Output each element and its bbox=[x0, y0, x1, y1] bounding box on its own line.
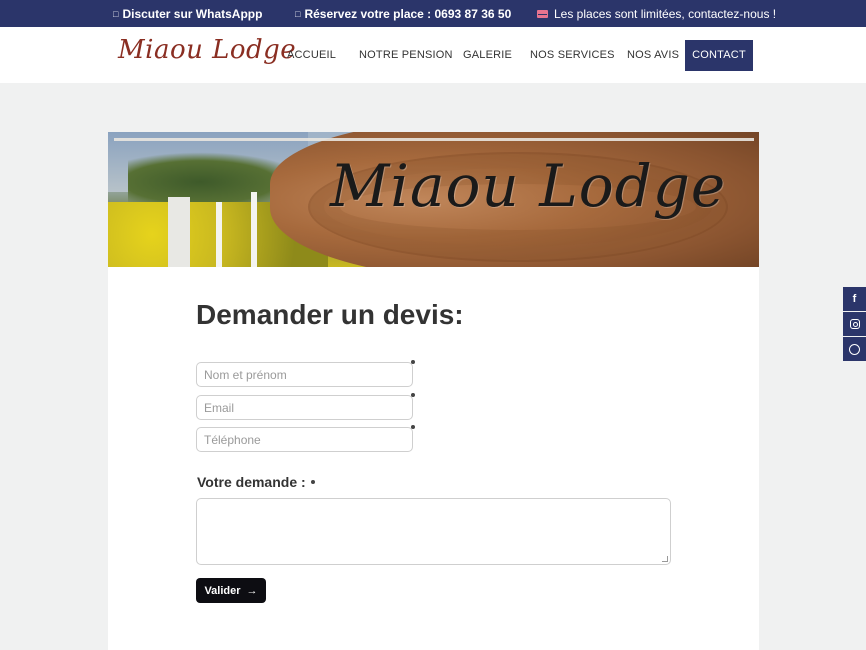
name-field[interactable] bbox=[196, 362, 413, 387]
name-input[interactable] bbox=[197, 363, 412, 386]
top-info-bar: □ Discuter sur WhatsAppp □ Réservez votr… bbox=[0, 0, 866, 27]
submit-button[interactable]: Valider → bbox=[196, 578, 266, 603]
phone-icon: □ bbox=[295, 9, 301, 19]
email-field[interactable] bbox=[196, 395, 413, 420]
envelope-icon bbox=[537, 10, 548, 18]
arrow-right-icon: → bbox=[246, 584, 258, 597]
reservation-phone[interactable]: □ Réservez votre place : 0693 87 36 50 bbox=[295, 7, 511, 21]
site-header: Miaou Lodge ACCUEIL NOTRE PENSION GALERI… bbox=[0, 27, 866, 83]
whatsapp-link[interactable]: □ Discuter sur WhatsAppp bbox=[113, 7, 262, 21]
availability-notice-label: Les places sont limitées, contactez-nous… bbox=[554, 7, 777, 21]
message-textarea[interactable] bbox=[197, 499, 670, 564]
nav-accueil[interactable]: ACCUEIL bbox=[287, 40, 336, 71]
page-title: Demander un devis: bbox=[196, 299, 464, 330]
availability-notice: Les places sont limitées, contactez-nous… bbox=[537, 7, 776, 21]
phone-field[interactable] bbox=[196, 427, 413, 452]
banner-sign-text: Miaou Lodge bbox=[330, 152, 727, 220]
email-input[interactable] bbox=[197, 396, 412, 419]
message-field[interactable] bbox=[196, 498, 671, 565]
site-logo[interactable]: Miaou Lodge bbox=[118, 35, 296, 65]
phone-input[interactable] bbox=[197, 428, 412, 451]
facebook-icon[interactable]: f bbox=[843, 287, 866, 311]
quote-card: Miaou Lodge Demander un devis: Votre dem… bbox=[108, 132, 759, 650]
resize-handle-icon[interactable] bbox=[662, 556, 668, 562]
nav-nos-avis[interactable]: NOS AVIS bbox=[627, 40, 679, 71]
banner-image: Miaou Lodge bbox=[108, 132, 759, 267]
required-indicator bbox=[411, 425, 415, 429]
instagram-icon[interactable] bbox=[843, 312, 866, 336]
message-label: Votre demande : bbox=[197, 474, 306, 490]
social-sidebar: f bbox=[843, 287, 866, 362]
nav-nos-services[interactable]: NOS SERVICES bbox=[530, 40, 615, 71]
nav-notre-pension[interactable]: NOTRE PENSION bbox=[359, 40, 453, 71]
reservation-phone-label: Réservez votre place : 0693 87 36 50 bbox=[304, 7, 512, 21]
nav-galerie[interactable]: GALERIE bbox=[463, 40, 512, 71]
nav-contact[interactable]: CONTACT bbox=[685, 40, 753, 71]
whatsapp-icon[interactable] bbox=[843, 337, 866, 361]
whatsapp-link-label: Discuter sur WhatsAppp bbox=[122, 7, 263, 21]
required-indicator bbox=[311, 480, 315, 484]
required-indicator bbox=[411, 393, 415, 397]
submit-button-label: Valider bbox=[204, 584, 241, 597]
required-indicator bbox=[411, 360, 415, 364]
whatsapp-icon: □ bbox=[113, 9, 119, 19]
